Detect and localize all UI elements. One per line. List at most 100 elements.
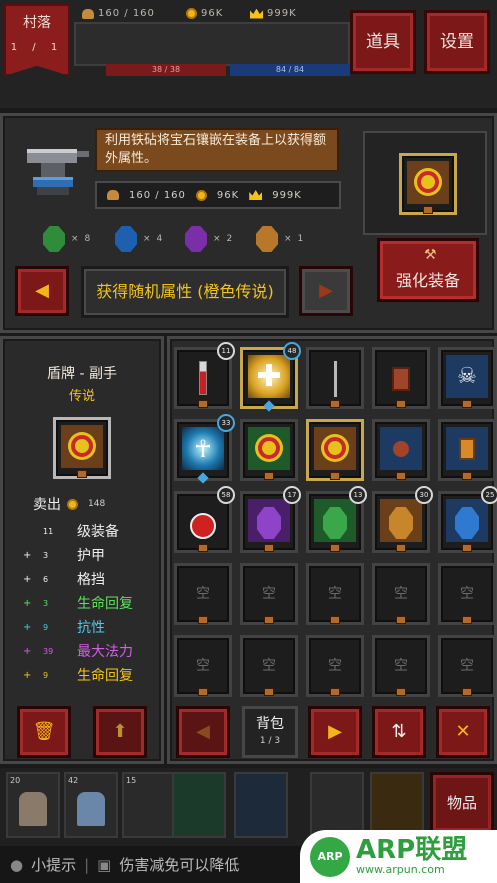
gem-count-purple[interactable]: × 2 <box>185 226 232 252</box>
empty-slot[interactable]: 空 <box>438 563 496 625</box>
holy-light-icon: ✚ <box>256 359 282 394</box>
gem-count-green[interactable]: × 8 <box>43 226 90 252</box>
hero-avatar-icon <box>19 792 47 826</box>
shield-target-icon <box>324 437 346 459</box>
inventory-slot[interactable]: 58 <box>174 486 235 553</box>
inventory-slot[interactable] <box>306 347 364 409</box>
inventory-slot[interactable] <box>306 419 364 481</box>
selected-item-slot[interactable] <box>53 417 111 479</box>
inventory-slot[interactable]: 11 <box>174 342 235 409</box>
gold-coin-icon <box>195 189 207 201</box>
lock-icon <box>330 616 340 624</box>
triangle-left-icon: ◀ <box>196 721 210 742</box>
equip-card[interactable] <box>310 772 364 838</box>
level-badge: 58 <box>217 486 235 504</box>
hint-text: 伤害减免可以降低 <box>119 856 240 874</box>
level-badge: 30 <box>415 486 433 504</box>
lock-icon <box>198 616 208 624</box>
discard-button[interactable]: 🗑 <box>17 706 71 758</box>
crown-counter: 999K <box>250 8 297 19</box>
hero-card[interactable]: 20 <box>6 772 60 838</box>
equip-card[interactable] <box>370 772 424 838</box>
empty-slot[interactable]: 空 <box>240 563 298 625</box>
enchant-panel: 利用铁砧将宝石镶嵌在装备上以获得额外属性。 160 / 160 96K 999K… <box>0 113 497 333</box>
lock-icon <box>462 472 472 480</box>
stat-row: +3 护甲 <box>23 548 105 564</box>
inventory-slot[interactable]: 17 <box>240 486 301 553</box>
sell-row[interactable]: 卖出 148 <box>33 494 105 514</box>
level-badge: 13 <box>349 486 367 504</box>
stat-row: +39 最大法力 <box>23 644 133 660</box>
empty-slot[interactable]: 空 <box>306 563 364 625</box>
empty-slot[interactable]: 空 <box>372 563 430 625</box>
gold-coin-icon <box>67 498 78 510</box>
inventory-slot[interactable]: 30 <box>372 486 433 553</box>
triangle-right-icon: ▶ <box>328 721 342 742</box>
empty-slot[interactable]: 空 <box>438 635 496 697</box>
inventory-slot[interactable] <box>372 347 430 409</box>
shield-icon: ▣ <box>97 855 112 874</box>
close-button[interactable]: ✕ <box>436 706 490 758</box>
inventory-slot[interactable] <box>372 419 430 481</box>
enchant-target-slot[interactable] <box>399 153 457 215</box>
cost-food: 160 / 160 <box>129 189 186 201</box>
gold-coin-icon <box>186 8 197 19</box>
settings-button[interactable]: 设置 <box>424 10 490 74</box>
hero-card[interactable]: 15 <box>122 772 176 838</box>
hero-level: 42 <box>68 776 79 785</box>
inventory-slot[interactable] <box>240 419 298 481</box>
inventory-panel: 11 ✚ 48 ☠ ☥ 33 58 17 13 30 25 空 空 空 空 空 … <box>167 336 497 764</box>
hero-card[interactable]: 42 <box>64 772 118 838</box>
props-button[interactable]: 道具 <box>350 10 416 74</box>
empty-slot[interactable]: 空 <box>372 635 430 697</box>
bag-next-button[interactable]: ▶ <box>308 706 362 758</box>
crown-icon <box>250 8 263 19</box>
empty-slot[interactable]: 空 <box>306 635 364 697</box>
inventory-slot[interactable] <box>438 419 496 481</box>
stat-row: +6 格挡 <box>23 572 105 588</box>
lock-icon <box>264 688 274 696</box>
village-page: 1 / 1 <box>10 42 64 53</box>
empty-slot[interactable]: 空 <box>174 563 232 625</box>
sword-icon <box>333 361 337 397</box>
sort-icon: ⇅ <box>391 721 407 742</box>
mode-next-button[interactable]: ▶ <box>299 266 353 316</box>
lock-icon <box>396 472 406 480</box>
hero-avatar-icon <box>77 792 105 826</box>
hint-label: 小提示 <box>31 856 77 874</box>
bag-prev-button[interactable]: ◀ <box>176 706 230 758</box>
inventory-slot[interactable]: 25 <box>438 486 497 553</box>
food-counter: 160 / 160 <box>82 8 155 19</box>
mode-prev-button[interactable]: ◀ <box>15 266 69 316</box>
crown-icon <box>249 190 263 200</box>
inventory-slot[interactable]: ☠ <box>438 347 496 409</box>
skill-card[interactable] <box>172 772 226 838</box>
sort-button[interactable]: ⇅ <box>372 706 426 758</box>
inventory-slot[interactable]: 13 <box>306 486 367 553</box>
diamond-icon <box>263 400 275 412</box>
lock-icon <box>198 544 208 552</box>
food-icon <box>82 8 94 19</box>
village-banner[interactable]: 村落 1 / 1 <box>4 4 70 76</box>
shield-target-icon <box>71 435 93 457</box>
empty-slot[interactable]: 空 <box>174 635 232 697</box>
gem-count-orange[interactable]: × 1 <box>256 226 303 252</box>
empty-slot[interactable]: 空 <box>240 635 298 697</box>
level-badge: 33 <box>217 414 235 432</box>
gem-count-blue[interactable]: × 4 <box>115 226 162 252</box>
triangle-right-icon: ▶ <box>319 280 333 301</box>
items-button[interactable]: 物品 <box>430 772 494 834</box>
lock-icon <box>264 544 274 552</box>
hp-bar: 38 / 38 <box>106 64 226 76</box>
enhance-equipment-button[interactable]: ⚒ 强化装备 <box>377 238 479 302</box>
lock-icon <box>330 472 340 480</box>
red-potion-icon <box>190 513 216 539</box>
skill-card[interactable] <box>234 772 288 838</box>
potion-tube-icon <box>199 361 207 395</box>
lock-icon <box>330 688 340 696</box>
stat-row: 11 级装备 <box>43 524 119 540</box>
inventory-slot[interactable]: ☥ 33 <box>174 414 235 484</box>
enchant-mode-label: 获得随机属性 (橙色传说) <box>81 266 289 318</box>
upgrade-button[interactable]: ⬆ <box>93 706 147 758</box>
inventory-slot[interactable]: ✚ 48 <box>240 342 301 412</box>
